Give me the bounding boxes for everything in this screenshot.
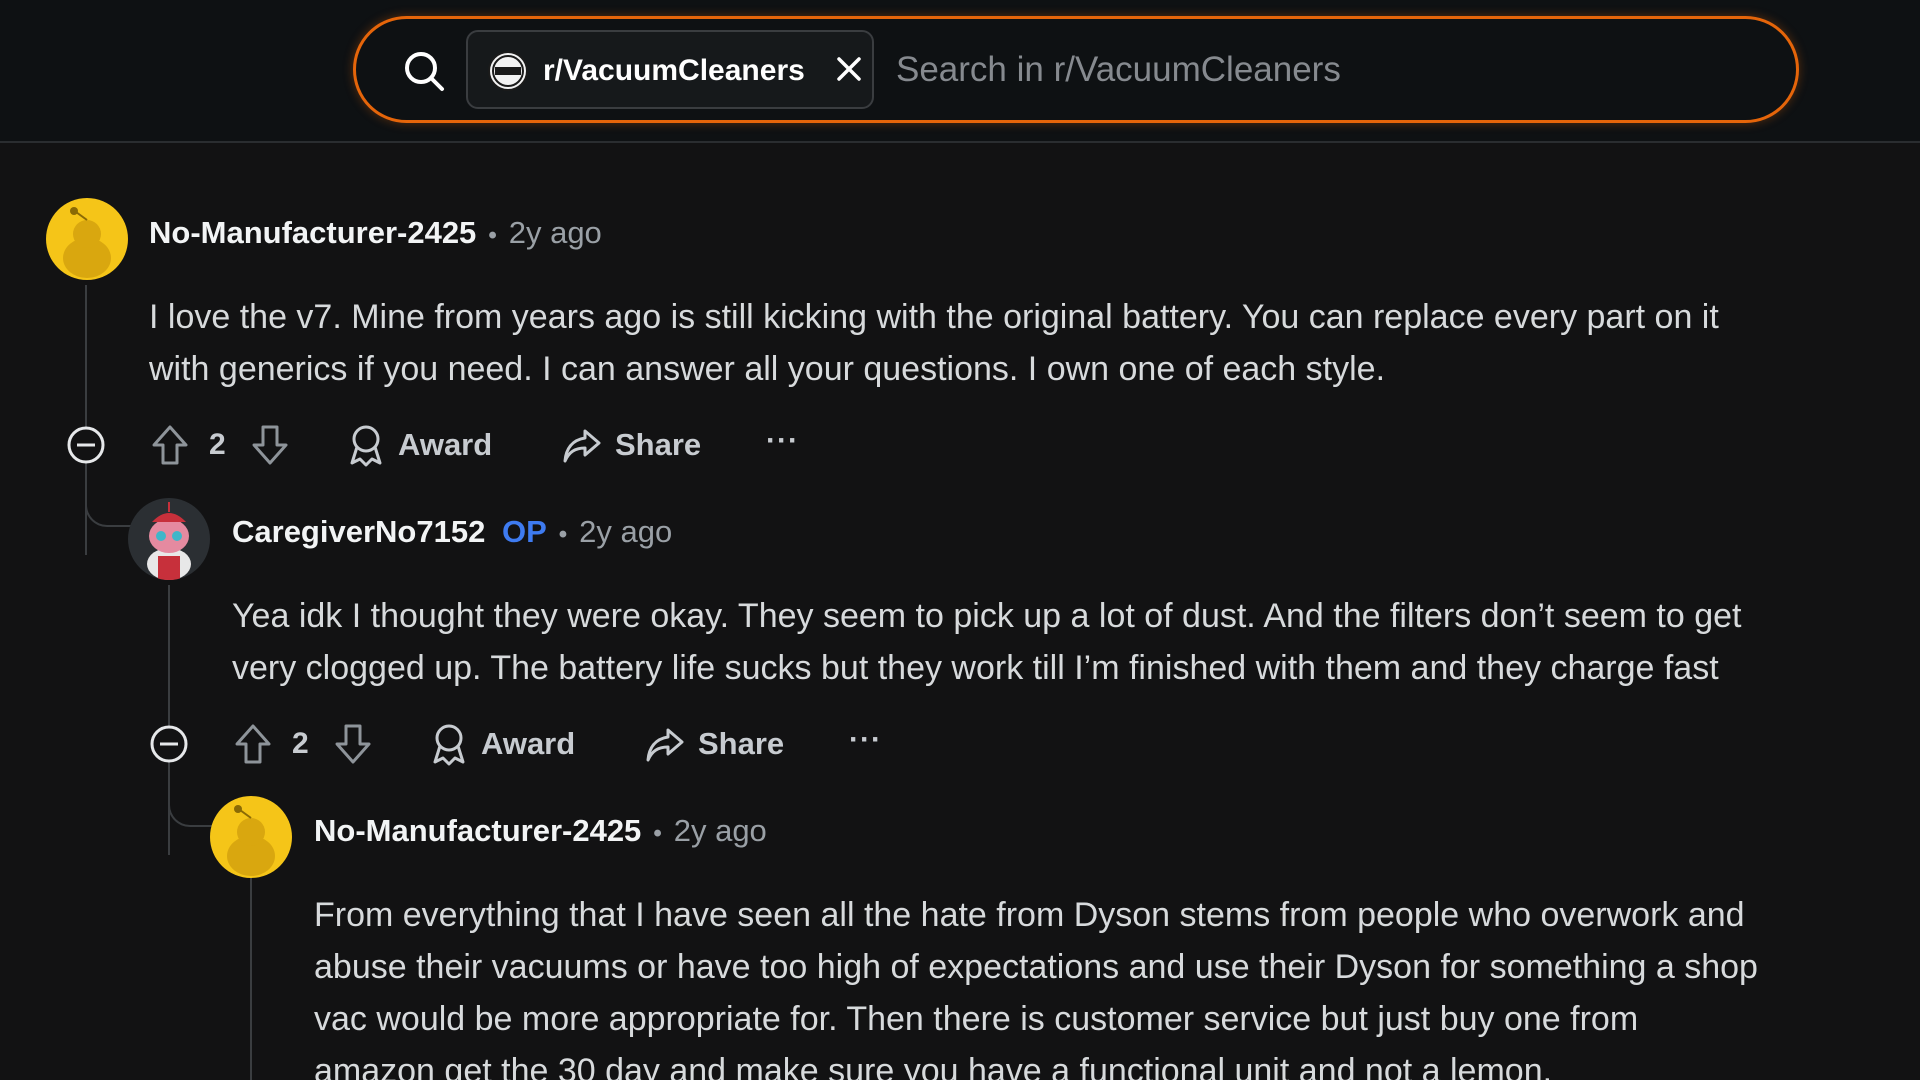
- thread-connector: [85, 475, 133, 527]
- award-button[interactable]: Award: [429, 720, 575, 768]
- comment-line: with generics if you need. I can answer …: [149, 350, 1386, 388]
- award-icon: [433, 724, 465, 766]
- comment-line: From everything that I have seen all the…: [314, 896, 1745, 934]
- share-button[interactable]: Share: [561, 421, 701, 469]
- avatar[interactable]: [46, 198, 128, 280]
- snoo-avatar-icon: [147, 502, 191, 580]
- username-link[interactable]: CaregiverNo7152: [232, 514, 485, 549]
- op-badge: OP: [501, 514, 547, 549]
- timestamp[interactable]: 2y ago: [509, 215, 602, 250]
- avatar[interactable]: [128, 498, 210, 580]
- downvote-icon[interactable]: [333, 720, 373, 768]
- downvote-icon[interactable]: [250, 421, 290, 469]
- separator-dot: •: [653, 820, 662, 847]
- avatar[interactable]: [210, 796, 292, 878]
- thread-connector: [168, 775, 214, 827]
- timestamp[interactable]: 2y ago: [674, 813, 767, 848]
- comment-line: I love the v7. Mine from years ago is st…: [149, 298, 1719, 336]
- more-options-icon[interactable]: ···: [766, 421, 799, 469]
- comment-line: amazon get the 30 day and make sure you …: [314, 1052, 1553, 1080]
- more-options-icon[interactable]: ···: [849, 720, 882, 768]
- share-label: Share: [698, 726, 785, 761]
- comment-header: No-Manufacturer-2425 • 2y ago: [314, 813, 767, 849]
- award-label: Award: [481, 726, 576, 761]
- award-label: Award: [398, 427, 493, 462]
- community-filter-chip[interactable]: r/VacuumCleaners: [466, 30, 874, 109]
- collapse-thread-icon[interactable]: [66, 425, 106, 465]
- search-input[interactable]: Search in r/VacuumCleaners: [896, 19, 1341, 120]
- upvote-icon[interactable]: [150, 421, 190, 469]
- vote-count: 2: [209, 428, 226, 461]
- community-chip-label: r/VacuumCleaners: [543, 54, 805, 87]
- comment-body: I love the v7. Mine from years ago is st…: [149, 291, 1719, 395]
- share-icon: [646, 728, 684, 762]
- upvote-icon[interactable]: [233, 720, 273, 768]
- top-bar: r/VacuumCleaners Search in r/VacuumClean…: [0, 0, 1920, 143]
- timestamp[interactable]: 2y ago: [579, 514, 672, 549]
- collapse-thread-icon[interactable]: [149, 724, 189, 764]
- share-icon: [563, 429, 601, 463]
- share-button[interactable]: Share: [644, 720, 784, 768]
- share-label: Share: [615, 427, 702, 462]
- thread-line: [250, 875, 252, 1080]
- comment-line: vac would be more appropriate for. Then …: [314, 1000, 1639, 1038]
- username-link[interactable]: No-Manufacturer-2425: [314, 813, 641, 848]
- snoo-avatar-icon: [227, 805, 275, 876]
- search-bar[interactable]: r/VacuumCleaners Search in r/VacuumClean…: [353, 16, 1799, 123]
- comment-actions: 2 Award Share ···: [149, 720, 909, 768]
- award-button[interactable]: Award: [346, 421, 492, 469]
- comment-header: CaregiverNo7152 OP • 2y ago: [232, 514, 672, 550]
- comment-header: No-Manufacturer-2425 • 2y ago: [149, 215, 602, 251]
- close-icon[interactable]: [834, 54, 864, 84]
- comment-body: From everything that I have seen all the…: [314, 889, 1758, 1080]
- snoo-avatar-icon: [63, 207, 111, 278]
- separator-dot: •: [558, 521, 568, 548]
- separator-dot: •: [488, 222, 497, 249]
- comment-actions: 2 Award Share ···: [66, 421, 826, 469]
- username-link[interactable]: No-Manufacturer-2425: [149, 215, 476, 250]
- comment-body: Yea idk I thought they were okay. They s…: [232, 590, 1741, 694]
- search-icon[interactable]: [402, 49, 446, 93]
- vote-count: 2: [292, 727, 309, 760]
- subreddit-avatar: [488, 51, 528, 91]
- comment-line: Yea idk I thought they were okay. They s…: [232, 597, 1742, 635]
- award-icon: [350, 425, 382, 467]
- comment-line: abuse their vacuums or have too high of …: [314, 948, 1758, 986]
- comment-thread: No-Manufacturer-2425 • 2y ago I love the v…: [0, 145, 1920, 1080]
- comment-line: very clogged up. The battery life sucks …: [232, 649, 1719, 687]
- reddit-logo-icon: [492, 55, 524, 87]
